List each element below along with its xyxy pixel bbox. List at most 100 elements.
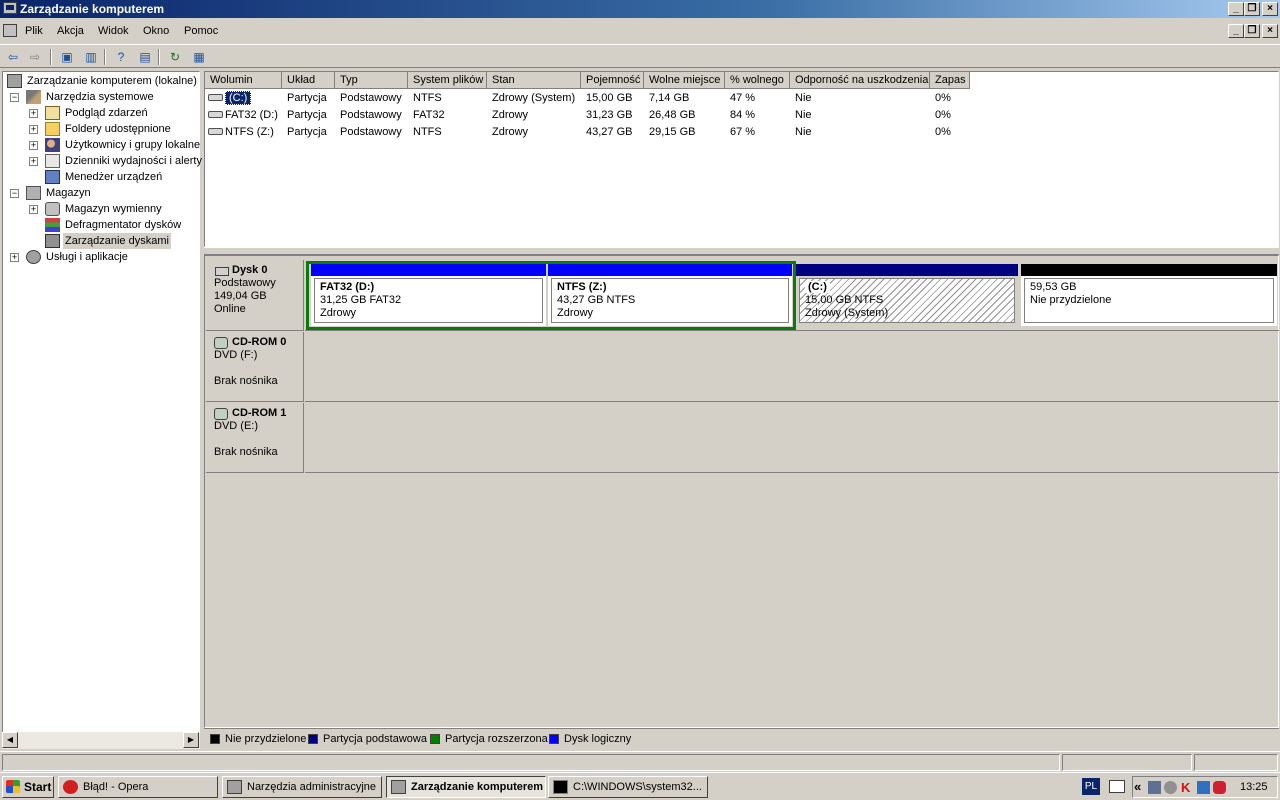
partition-c[interactable]: (C:) 15,00 GB NTFS Zdrowy (System): [796, 264, 1018, 326]
maximize-button[interactable]: ❐: [1244, 2, 1260, 16]
col-header-layout[interactable]: Układ: [282, 72, 335, 89]
tools-icon: [26, 90, 41, 104]
network-icon[interactable]: [1148, 781, 1161, 794]
keyboard-icon[interactable]: [1109, 780, 1125, 793]
event-viewer-icon: [45, 106, 60, 120]
disk-size: 149,04 GB: [214, 290, 267, 302]
col-header-percent-free[interactable]: % wolnego: [725, 72, 790, 89]
legend-swatch: [210, 734, 220, 745]
disk-name: CD-ROM 1: [232, 407, 287, 419]
language-indicator[interactable]: PL: [1082, 778, 1100, 795]
partition-status: Nie przydzielone: [1030, 294, 1112, 306]
back-icon[interactable]: ⇦: [4, 48, 22, 66]
menu-okno[interactable]: Okno: [143, 25, 169, 37]
task-label: C:\WINDOWS\system32...: [573, 781, 702, 793]
cdrom-1-area: [305, 403, 1279, 473]
status-bar: [0, 751, 1280, 771]
table-cell: Partycja: [287, 109, 327, 121]
col-header-status[interactable]: Stan: [487, 72, 581, 89]
update-icon[interactable]: [1197, 781, 1210, 794]
up-level-icon[interactable]: ▣: [58, 48, 76, 66]
scroll-left-icon[interactable]: ◀: [2, 732, 18, 748]
toolbar-separator: [104, 49, 106, 65]
partition-unallocated[interactable]: 59,53 GB Nie przydzielone: [1021, 264, 1277, 326]
partition-title: NTFS (Z:): [557, 281, 607, 293]
col-header-capacity[interactable]: Pojemność: [581, 72, 644, 89]
forward-icon[interactable]: ⇨: [26, 48, 44, 66]
partition-ntfs-z[interactable]: NTFS (Z:) 43,27 GB NTFS Zdrowy: [548, 264, 792, 326]
defrag-icon: [45, 218, 60, 232]
show-hidden-icons-chevron[interactable]: «: [1134, 779, 1141, 794]
task-command-prompt[interactable]: C:\WINDOWS\system32...: [548, 776, 708, 798]
toolbar-separator: [158, 49, 160, 65]
title-bar[interactable]: Zarządzanie komputerem _ ❐ ×: [0, 0, 1280, 18]
device-manager-icon: [45, 170, 60, 184]
help-icon[interactable]: ?: [112, 48, 130, 66]
table-cell: 0%: [935, 109, 951, 121]
child-close-button[interactable]: ×: [1262, 24, 1278, 38]
table-cell: FAT32 (D:): [225, 109, 278, 121]
expand-icon[interactable]: +: [29, 141, 38, 150]
task-label: Zarządzanie komputerem: [411, 781, 544, 793]
col-header-free-space[interactable]: Wolne miejsce: [644, 72, 725, 89]
opera-icon: [63, 780, 78, 794]
expand-icon[interactable]: +: [10, 253, 19, 262]
table-cell: Partycja: [287, 92, 327, 104]
task-label: Błąd! - Opera: [83, 781, 149, 793]
volume-icon[interactable]: [1164, 781, 1177, 794]
col-header-file-system[interactable]: System plików: [408, 72, 487, 89]
cdrom-0-label[interactable]: CD-ROM 0 DVD (F:) Brak nośnika: [206, 332, 304, 402]
col-header-volume[interactable]: Wolumin: [205, 72, 282, 89]
partition-fat32-d[interactable]: FAT32 (D:) 31,25 GB FAT32 Zdrowy: [311, 264, 546, 326]
col-header-fault-tolerance[interactable]: Odporność na uszkodzenia: [790, 72, 930, 89]
col-header-type[interactable]: Typ: [335, 72, 408, 89]
disk-management-icon: [45, 234, 60, 248]
antivirus-icon[interactable]: K: [1181, 781, 1194, 794]
task-computer-management[interactable]: Zarządzanie komputerem: [386, 776, 546, 798]
menu-plik[interactable]: Plik: [25, 25, 43, 37]
export-list-icon[interactable]: ▦: [190, 48, 208, 66]
admin-tools-icon: [227, 780, 242, 794]
close-button[interactable]: ×: [1262, 2, 1278, 16]
minimize-button[interactable]: _: [1228, 2, 1244, 16]
task-admin-tools[interactable]: Narzędzia administracyjne: [222, 776, 382, 798]
expand-icon[interactable]: +: [29, 157, 38, 166]
disk-type: DVD (F:): [214, 349, 258, 361]
tree-horizontal-scrollbar[interactable]: ◀ ▶: [2, 732, 200, 749]
col-header-overhead[interactable]: Zapas: [930, 72, 970, 89]
partition-size: 43,27 GB NTFS: [557, 294, 636, 306]
table-cell: 67 %: [730, 126, 756, 138]
menu-akcja[interactable]: Akcja: [57, 25, 84, 37]
disk-type: DVD (E:): [214, 420, 258, 432]
table-cell: 15,00 GB: [586, 92, 633, 104]
scroll-right-icon[interactable]: ▶: [183, 732, 199, 748]
expand-icon[interactable]: +: [29, 205, 38, 214]
collapse-icon[interactable]: −: [10, 93, 19, 102]
disk-graphical-view: Dysk 0 Podstawowy 149,04 GB Online FAT32…: [204, 255, 1279, 728]
legend-swatch: [549, 734, 559, 745]
expand-icon[interactable]: +: [29, 125, 38, 134]
document-icon[interactable]: [3, 24, 17, 37]
child-minimize-button[interactable]: _: [1228, 24, 1244, 38]
menu-pomoc[interactable]: Pomoc: [184, 25, 218, 37]
show-hide-tree-icon[interactable]: ▥: [82, 48, 100, 66]
start-button[interactable]: Start: [2, 776, 54, 798]
task-opera[interactable]: Błąd! - Opera: [58, 776, 218, 798]
menu-widok[interactable]: Widok: [98, 25, 129, 37]
disk-0-label[interactable]: Dysk 0 Podstawowy 149,04 GB Online: [206, 260, 304, 331]
disk-status: Brak nośnika: [214, 375, 278, 387]
shield-icon[interactable]: [1213, 781, 1226, 794]
cdrom-1-label[interactable]: CD-ROM 1 DVD (E:) Brak nośnika: [206, 403, 304, 473]
start-label: Start: [24, 780, 52, 794]
legend-swatch: [430, 734, 440, 745]
expand-icon[interactable]: +: [29, 109, 38, 118]
computer-management-icon: [3, 2, 17, 14]
clock[interactable]: 13:25: [1240, 781, 1268, 793]
table-cell: Partycja: [287, 126, 327, 138]
refresh-icon[interactable]: ↻: [166, 48, 184, 66]
pane-splitter[interactable]: [204, 247, 1279, 255]
collapse-icon[interactable]: −: [10, 189, 19, 198]
properties-icon[interactable]: ▤: [136, 48, 154, 66]
child-restore-button[interactable]: ❐: [1244, 24, 1260, 38]
legend-logical: Dysk logiczny: [549, 733, 631, 747]
